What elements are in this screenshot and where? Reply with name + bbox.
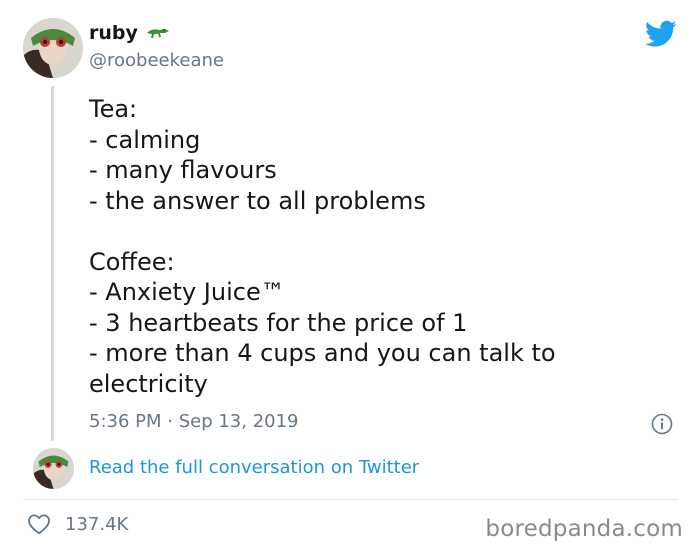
tweet-timestamp[interactable]: 5:36 PM · Sep 13, 2019 xyxy=(89,411,299,432)
twitter-logo-icon[interactable] xyxy=(645,20,677,48)
crocodile-icon xyxy=(146,24,170,43)
tweet-text-line: - calming xyxy=(89,125,201,154)
boredpanda-watermark: boredpanda.com xyxy=(485,516,683,542)
thread-line xyxy=(51,86,54,441)
like-button[interactable]: 137.4K xyxy=(27,513,128,535)
tweet-text-line: - 3 heartbeats for the price of 1 xyxy=(89,308,468,337)
author-display-name[interactable]: ruby xyxy=(89,22,138,44)
conversation-avatar[interactable] xyxy=(33,448,74,489)
author-avatar[interactable] xyxy=(23,18,83,78)
tweet-text-line: - the answer to all problems xyxy=(89,186,426,215)
tweet-text-line: Coffee: xyxy=(89,247,175,276)
tweet-text-line xyxy=(89,216,679,247)
author-handle[interactable]: @roobeekeane xyxy=(89,50,224,71)
tweet-text-line: - Anxiety Juice™ xyxy=(89,278,285,306)
tweet-text-line: Tea: xyxy=(89,95,138,123)
author-name-row[interactable]: ruby xyxy=(89,22,170,44)
info-icon[interactable] xyxy=(651,413,673,435)
heart-icon[interactable] xyxy=(27,513,51,535)
tweet-text: Tea: - calming - many flavours - the answer… xyxy=(89,94,679,399)
divider xyxy=(23,499,678,500)
like-count: 137.4K xyxy=(65,513,129,535)
tweet-text-line: - many flavours xyxy=(89,156,277,184)
read-conversation-link[interactable]: Read the full conversation on Twitter xyxy=(89,457,419,478)
tweet-text-line: - more than 4 cups and you can talk to e… xyxy=(89,339,556,398)
